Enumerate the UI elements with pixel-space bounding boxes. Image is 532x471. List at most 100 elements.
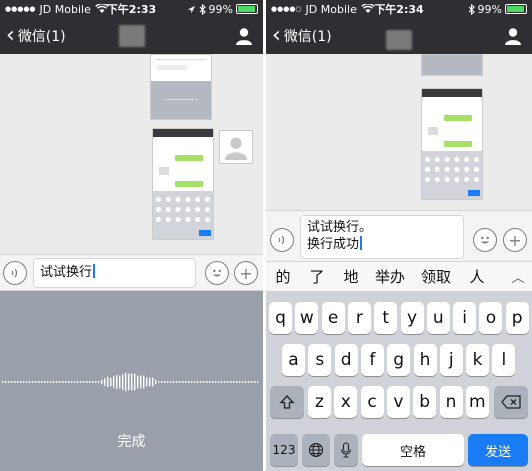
waveform-bar: [257, 381, 259, 383]
letter-key[interactable]: d: [334, 344, 358, 376]
send-key[interactable]: 发送: [468, 434, 528, 466]
message-text: 试试换行: [40, 265, 93, 280]
battery-percent: 99%: [208, 2, 233, 16]
voice-waveform: [2, 372, 259, 392]
more-button[interactable]: +: [503, 228, 527, 252]
letter-key[interactable]: t: [374, 302, 398, 334]
numbers-key[interactable]: 123: [270, 434, 298, 466]
letter-key[interactable]: b: [413, 386, 437, 418]
emoji-button[interactable]: [473, 228, 497, 252]
waveform-bar: [14, 381, 16, 383]
waveform-bar: [140, 375, 142, 389]
letter-key[interactable]: q: [269, 302, 292, 334]
letter-key[interactable]: y: [400, 302, 424, 334]
candidate-item[interactable]: 领取: [412, 266, 460, 287]
waveform-bar: [230, 381, 232, 383]
signal-dots-icon: ●●●●●: [5, 5, 36, 13]
candidate-item[interactable]: 举办: [368, 266, 412, 287]
letter-key[interactable]: c: [360, 386, 384, 418]
text-caret: [93, 264, 95, 278]
candidate-item[interactable]: 的: [266, 266, 300, 287]
chevron-left-icon: ‹: [272, 23, 281, 48]
letter-key[interactable]: r: [347, 302, 371, 334]
letter-key[interactable]: k: [466, 344, 490, 376]
waveform-bar: [47, 381, 49, 383]
waveform-bar: [221, 381, 223, 383]
waveform-bar: [248, 381, 250, 383]
candidate-item[interactable]: 地: [334, 266, 368, 287]
waveform-bar: [128, 373, 130, 391]
message-input[interactable]: 试试换行。 换行成功: [300, 215, 464, 259]
letter-key[interactable]: j: [439, 344, 463, 376]
candidate-item[interactable]: 了: [300, 266, 334, 287]
message-input[interactable]: 试试换行: [33, 258, 196, 288]
waveform-bar: [116, 374, 118, 390]
voice-done-button[interactable]: 完成: [0, 431, 263, 451]
backspace-key[interactable]: [494, 386, 528, 418]
more-button[interactable]: +: [234, 261, 258, 285]
person-icon[interactable]: [235, 27, 253, 45]
emoji-button[interactable]: [205, 261, 229, 285]
waveform-bar: [167, 381, 169, 383]
battery-icon: [505, 4, 527, 14]
waveform-bar: [2, 381, 4, 383]
waveform-bar: [98, 381, 100, 383]
right-phone-screen: ●●●●○ JD Mobile 下午2:34 99% ‹ 微信(1) 试试换行。…: [266, 0, 532, 471]
letter-key[interactable]: f: [360, 344, 384, 376]
letter-key[interactable]: p: [505, 302, 529, 334]
globe-icon: [308, 442, 324, 458]
plus-icon: +: [239, 263, 253, 283]
letter-key[interactable]: i: [453, 302, 477, 334]
letter-key[interactable]: e: [321, 302, 345, 334]
waveform-bar: [56, 381, 58, 383]
globe-key[interactable]: [302, 434, 330, 466]
letter-key[interactable]: l: [492, 344, 516, 376]
letter-key[interactable]: m: [465, 386, 489, 418]
message-line-1: 试试换行。: [307, 220, 373, 235]
waveform-bar: [254, 381, 256, 383]
letter-key[interactable]: a: [282, 344, 305, 376]
image-message[interactable]: [421, 54, 483, 76]
waveform-bar: [173, 381, 175, 383]
waveform-bar: [236, 381, 238, 383]
image-message[interactable]: [150, 54, 212, 120]
letter-key[interactable]: u: [426, 302, 450, 334]
waveform-bar: [92, 381, 94, 383]
shift-key[interactable]: [270, 386, 304, 418]
letter-key[interactable]: n: [439, 386, 463, 418]
status-bar: ●●●●● JD Mobile 下午2:33 99%: [0, 0, 263, 18]
back-label: 微信(1): [17, 29, 66, 45]
space-key[interactable]: 空格: [362, 434, 464, 466]
letter-key[interactable]: w: [295, 302, 319, 334]
waveform-bar: [134, 373, 136, 391]
letter-key[interactable]: v: [386, 386, 410, 418]
letter-key[interactable]: h: [413, 344, 437, 376]
candidate-item[interactable]: 人: [460, 266, 494, 287]
voice-button[interactable]: [270, 228, 294, 252]
avatar[interactable]: [219, 130, 253, 164]
voice-icon: [11, 268, 18, 278]
letter-key[interactable]: g: [387, 344, 411, 376]
back-button[interactable]: ‹ 微信(1): [266, 25, 332, 47]
letter-key[interactable]: s: [308, 344, 332, 376]
battery-percent: 99%: [477, 2, 502, 16]
chevron-up-icon[interactable]: ︿: [504, 267, 532, 286]
signal-dots-icon: ●●●●○: [271, 5, 302, 13]
voice-button[interactable]: [3, 261, 27, 285]
waveform-bar: [35, 381, 37, 383]
person-icon[interactable]: [504, 27, 522, 45]
text-caret: [360, 236, 362, 250]
carrier-label: JD Mobile: [305, 2, 357, 16]
carrier-label: JD Mobile: [39, 2, 91, 16]
back-button[interactable]: ‹ 微信(1): [0, 25, 66, 47]
letter-key[interactable]: z: [308, 386, 331, 418]
waveform-bar: [176, 381, 178, 383]
letter-key[interactable]: x: [334, 386, 358, 418]
image-message[interactable]: [152, 128, 214, 240]
microphone-key[interactable]: [334, 434, 358, 466]
waveform-bar: [122, 374, 124, 390]
letter-key[interactable]: o: [479, 302, 503, 334]
waveform-bar: [155, 379, 157, 385]
image-message[interactable]: [421, 88, 483, 200]
chat-title-blurred: [386, 30, 412, 50]
